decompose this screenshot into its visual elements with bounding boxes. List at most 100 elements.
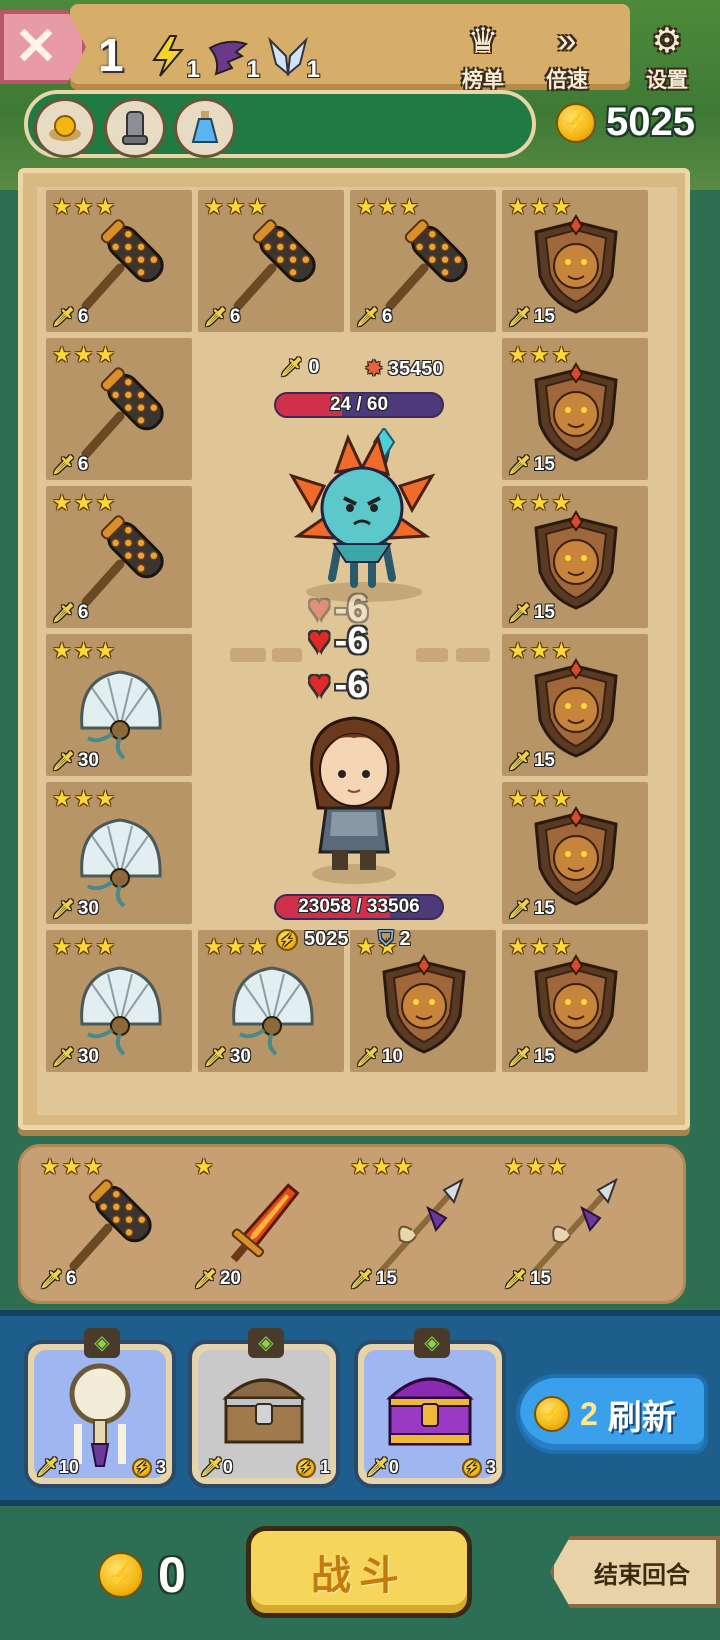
sword-icon: 🗡 xyxy=(280,357,303,377)
board-slot-spiked-club[interactable]: ★★★ 🗡 6 xyxy=(46,338,192,480)
angel-wing-icon xyxy=(268,36,308,77)
flower-monster-enemy[interactable] xyxy=(284,428,440,604)
hand-slot-spiked-club[interactable]: ★★★ 🗡 6 xyxy=(34,1150,184,1294)
item-power: 🗡 15 xyxy=(508,898,555,920)
board-slot-lion-shield[interactable]: ★★★ 🗡 15 xyxy=(502,782,648,924)
board-slot-lion-shield[interactable]: ★★★ 🗡 15 xyxy=(502,930,648,1072)
speed-button[interactable]: » 倍速 xyxy=(532,18,602,94)
item-power: 🗡 10 xyxy=(356,1046,403,1068)
hero-hp-bar: 23058 / 33506 xyxy=(274,894,444,920)
item-power-value: 15 xyxy=(533,1046,555,1067)
heart-icon: ♥ xyxy=(308,620,331,662)
bat-wing-icon xyxy=(208,40,249,76)
item-power-value: 30 xyxy=(77,750,99,771)
board-slot-lion-shield[interactable]: ★★★ 🗡 15 xyxy=(502,634,648,776)
settings-label: 设置 xyxy=(646,69,688,92)
gold-coin-icon: ⚡ xyxy=(276,928,298,951)
shop-card-price: 🗡0 ⚡ 1 xyxy=(200,1457,330,1478)
star-rating: ★★★ xyxy=(356,194,422,219)
shop-card-cost: ⚡ 3 xyxy=(131,1457,166,1478)
hand-slot-flame-sword[interactable]: ★ 🗡 20 xyxy=(188,1150,338,1294)
star-rating: ★★★ xyxy=(204,934,270,959)
lion-shield-icon xyxy=(534,214,618,314)
board-slot-lion-shield[interactable]: ★★★ 🗡 15 xyxy=(502,338,648,480)
item-power: 🗡 15 xyxy=(508,1046,555,1068)
item-power-value: 30 xyxy=(77,1046,99,1067)
board-slot-spiked-club[interactable]: ★★★ 🗡 6 xyxy=(350,190,496,332)
item-power-value: 15 xyxy=(533,898,555,919)
refresh-button[interactable]: ⚡ 2 刷新 xyxy=(516,1374,708,1454)
board-slot-spiked-club[interactable]: ★★★ 🗡 6 xyxy=(46,486,192,628)
gold-coin-icon: ⚡ xyxy=(461,1457,482,1478)
item-power-value: 15 xyxy=(375,1268,397,1289)
item-power: 🗡 15 xyxy=(508,602,555,624)
damage-value: -6 xyxy=(334,620,369,662)
star-rating: ★★★ xyxy=(52,934,118,959)
shop-card-mirror-totem[interactable]: ◈ 🗡10 ⚡ 3 xyxy=(24,1328,176,1488)
sword-icon: 🗡 xyxy=(508,454,531,475)
shop-card-purple-chest[interactable]: ◈ 🗡0 ⚡ 3 xyxy=(354,1328,506,1488)
item-power-value: 6 xyxy=(77,306,89,327)
refresh-cost: 2 xyxy=(580,1395,598,1432)
item-power: 🗡 6 xyxy=(356,306,392,328)
board-slot-bone-fan[interactable]: ★★★ 🗡 30 xyxy=(46,930,192,1072)
sword-icon: 🗡 xyxy=(52,1046,75,1067)
hand-slot-feather-spear[interactable]: ★★★ 🗡 15 xyxy=(498,1150,648,1294)
turn-gold: ⚡ 0 xyxy=(98,1546,186,1604)
item-power-value: 20 xyxy=(219,1268,241,1289)
spiked-club-icon xyxy=(233,219,316,311)
divider-dash xyxy=(272,648,302,662)
board-slot-lion-shield[interactable]: ★★★ 🗡 15 xyxy=(502,486,648,628)
board-slot-lion-shield[interactable]: ★★ 🗡 10 xyxy=(350,930,496,1072)
fight-button[interactable]: 战斗 xyxy=(246,1526,472,1618)
board-slot-lion-shield[interactable]: ★★★ 🗡 15 xyxy=(502,190,648,332)
sword-icon: 🗡 xyxy=(356,306,379,327)
shop-card-wooden-chest[interactable]: ◈ 🗡0 ⚡ 1 xyxy=(188,1328,340,1488)
item-power-value: 15 xyxy=(533,602,555,623)
item-power: 🗡 30 xyxy=(52,750,99,772)
bone-fan-icon xyxy=(232,966,314,1056)
item-power-value: 6 xyxy=(229,306,241,327)
bat-wing-count: 1 xyxy=(246,56,260,83)
hero-character[interactable] xyxy=(292,712,418,888)
spiked-club-icon xyxy=(81,515,164,607)
sword-icon: 🗡 xyxy=(356,1046,379,1067)
divider-dash xyxy=(456,648,490,662)
item-power-value: 15 xyxy=(529,1268,551,1289)
board-slot-bone-fan[interactable]: ★★★ 🗡 30 xyxy=(46,782,192,924)
flame-sword-icon xyxy=(230,1183,300,1263)
sword-icon: 🗡 xyxy=(52,750,75,771)
crown-icon: ♛ xyxy=(467,22,499,60)
turn-gold-value: 0 xyxy=(158,1547,186,1603)
gold-coin-icon: ⚡ xyxy=(295,1457,316,1478)
enemy-score-value: 35450 xyxy=(387,358,444,380)
iron-greave-relic-icon[interactable] xyxy=(104,98,166,158)
star-rating: ★★★ xyxy=(508,194,574,219)
settings-button[interactable]: ⚙ 设置 xyxy=(632,18,702,94)
leaderboard-button[interactable]: ♛ 榜单 xyxy=(448,18,518,94)
golden-orb-relic-icon[interactable] xyxy=(34,98,96,158)
divider-dash xyxy=(416,648,448,662)
hand-slot-feather-spear[interactable]: ★★★ 🗡 15 xyxy=(344,1150,494,1294)
fight-label: 战斗 xyxy=(311,1554,407,1598)
item-power-value: 6 xyxy=(381,306,393,327)
divider-dash xyxy=(230,648,266,662)
board-slot-spiked-club[interactable]: ★★★ 🗡 6 xyxy=(46,190,192,332)
item-power-value: 6 xyxy=(77,454,89,475)
board-slot-spiked-club[interactable]: ★★★ 🗡 6 xyxy=(198,190,344,332)
sword-icon: 🗡 xyxy=(36,1457,59,1477)
shop-card-cost: ⚡ 3 xyxy=(461,1457,496,1478)
board-slot-bone-fan[interactable]: ★★★ 🗡 30 xyxy=(46,634,192,776)
hero-stats: ⚡ 5025 ⛉ 2 xyxy=(276,928,411,951)
sword-icon: 🗡 xyxy=(204,306,227,327)
star-rating: ★★★ xyxy=(52,638,118,663)
bone-fan-icon xyxy=(80,818,162,908)
knot-icon: ◈ xyxy=(414,1328,450,1358)
spiked-club-icon xyxy=(385,219,468,311)
sword-icon: 🗡 xyxy=(52,454,75,475)
end-turn-button[interactable]: 结束回合 xyxy=(550,1536,720,1608)
enemy-hp-text: 24 / 60 xyxy=(329,394,389,415)
blue-potion-relic-icon[interactable] xyxy=(174,98,236,158)
hero-gold: ⚡ 5025 xyxy=(276,928,349,951)
board-slot-bone-fan[interactable]: ★★★ 🗡 30 xyxy=(198,930,344,1072)
